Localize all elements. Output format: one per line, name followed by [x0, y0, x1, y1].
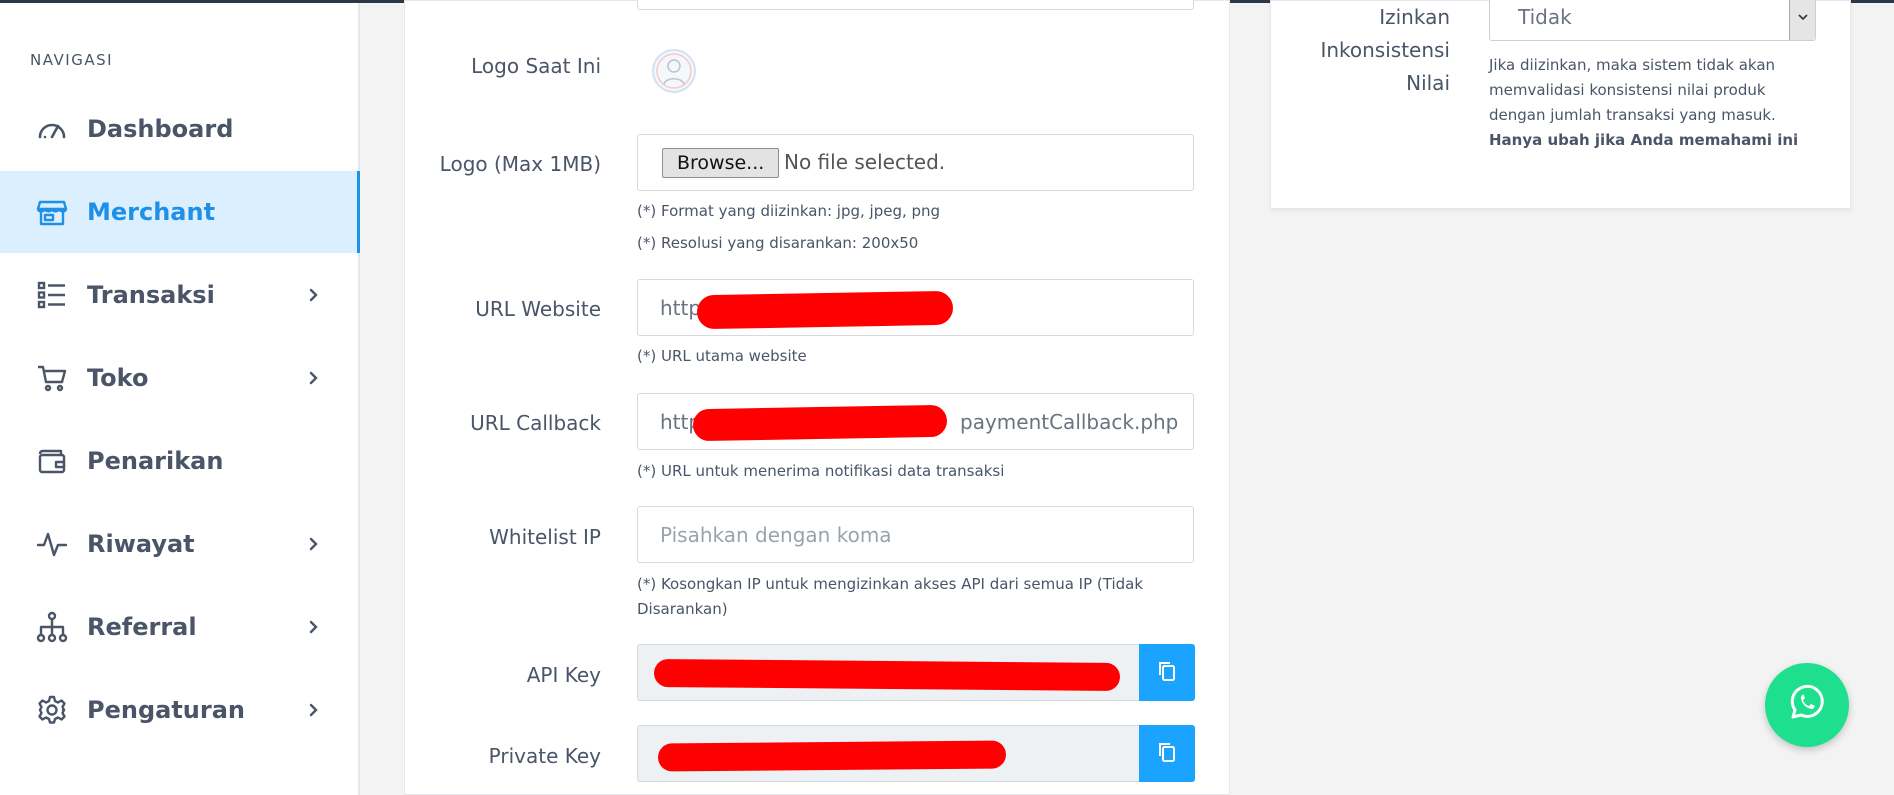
redaction-mark	[653, 658, 1121, 692]
inconsistency-label-line2: Inkonsistensi	[1320, 38, 1450, 62]
copy-icon	[1156, 660, 1178, 686]
logo-resolution-help: (*) Resolusi yang disarankan: 200x50	[637, 234, 919, 252]
sidebar-item-label: Toko	[87, 364, 149, 392]
wallet-icon	[36, 445, 68, 477]
store-icon	[36, 196, 68, 228]
sidebar-item-transaksi[interactable]: Transaksi	[0, 254, 360, 336]
activity-icon	[36, 528, 68, 560]
sidebar-item-label: Pengaturan	[87, 696, 246, 724]
redaction-mark	[692, 404, 948, 442]
chevron-right-icon	[306, 370, 322, 386]
list-icon	[36, 279, 68, 311]
logo-upload-label: Logo (Max 1MB)	[439, 152, 601, 176]
redaction-mark	[696, 290, 954, 330]
chevron-right-icon	[306, 536, 322, 552]
copy-api-key-button[interactable]	[1139, 644, 1195, 701]
api-key-label: API Key	[526, 663, 601, 687]
select-value: Tidak	[1518, 5, 1572, 29]
whitelist-ip-placeholder: Pisahkan dengan koma	[660, 522, 892, 547]
cart-icon	[36, 362, 68, 394]
browse-button[interactable]: Browse...	[662, 148, 780, 178]
speedometer-icon	[36, 113, 68, 145]
chevron-right-icon	[306, 619, 322, 635]
logo-file-input[interactable]: Browse... No file selected.	[637, 134, 1194, 191]
sidebar-item-dashboard[interactable]: Dashboard	[0, 88, 360, 170]
whitelist-ip-label: Whitelist IP	[489, 525, 601, 549]
sidebar-item-penarikan[interactable]: Penarikan	[0, 420, 360, 502]
whitelist-ip-input[interactable]: Pisahkan dengan koma	[637, 506, 1194, 563]
whitelist-help-line1: (*) Kosongkan IP untuk mengizinkan akses…	[637, 575, 1144, 593]
cropped-input[interactable]	[637, 0, 1194, 10]
settings-card: Izinkan Inkonsistensi Nilai Tidak Jika d…	[1270, 0, 1851, 209]
copy-private-key-button[interactable]	[1139, 725, 1195, 782]
sidebar-item-pengaturan[interactable]: Pengaturan	[0, 669, 360, 751]
current-logo-image	[651, 48, 697, 94]
inconsistency-label-line1: Izinkan	[1379, 5, 1450, 29]
sidebar-item-referral[interactable]: Referral	[0, 586, 360, 668]
url-callback-suffix: paymentCallback.php	[960, 409, 1179, 434]
file-status: No file selected.	[784, 150, 946, 174]
chevron-down-icon	[1789, 0, 1815, 40]
sidebar-item-merchant[interactable]: Merchant	[0, 171, 360, 253]
chevron-right-icon	[306, 702, 322, 718]
sidebar-item-riwayat[interactable]: Riwayat	[0, 503, 360, 585]
nav-heading: NAVIGASI	[30, 51, 114, 69]
logo-current-label: Logo Saat Ini	[471, 54, 601, 78]
whitelist-help-line2: Disarankan)	[637, 600, 728, 618]
whatsapp-chat-button[interactable]	[1765, 663, 1849, 747]
url-website-help: (*) URL utama website	[637, 347, 807, 365]
inconsistency-help: Jika diizinkan, maka sistem tidak akan m…	[1489, 53, 1819, 153]
inconsistency-label-line3: Nilai	[1406, 71, 1450, 95]
url-website-value: http	[660, 295, 702, 320]
redaction-mark	[657, 740, 1007, 772]
sidebar-item-label: Dashboard	[87, 115, 234, 143]
sidebar-item-label: Penarikan	[87, 447, 224, 475]
sidebar-item-toko[interactable]: Toko	[0, 337, 360, 419]
url-callback-label: URL Callback	[470, 411, 601, 435]
sidebar-item-label: Referral	[87, 613, 197, 641]
copy-icon	[1156, 741, 1178, 767]
sidebar-item-label: Transaksi	[87, 281, 215, 309]
gear-icon	[36, 694, 68, 726]
url-callback-help: (*) URL untuk menerima notifikasi data t…	[637, 462, 1005, 480]
inconsistency-select[interactable]: Tidak	[1489, 0, 1816, 41]
sidebar-item-label: Merchant	[87, 198, 216, 226]
logo-format-help: (*) Format yang diizinkan: jpg, jpeg, pn…	[637, 202, 941, 220]
whatsapp-icon	[1787, 683, 1827, 727]
inconsistency-help-warning: Hanya ubah jika Anda memahami ini	[1489, 131, 1799, 149]
private-key-label: Private Key	[488, 744, 601, 768]
inconsistency-help-text: Jika diizinkan, maka sistem tidak akan m…	[1489, 56, 1776, 124]
sidebar: NAVIGASI Dashboard Merchant Transaksi To…	[0, 3, 360, 795]
chevron-right-icon	[306, 287, 322, 303]
url-website-label: URL Website	[475, 297, 601, 321]
merchant-form-card: Logo Saat Ini Logo (Max 1MB) Browse... N…	[404, 0, 1230, 795]
sidebar-item-label: Riwayat	[87, 530, 195, 558]
inconsistency-label: Izinkan Inkonsistensi Nilai	[1320, 1, 1450, 100]
network-icon	[36, 611, 68, 643]
